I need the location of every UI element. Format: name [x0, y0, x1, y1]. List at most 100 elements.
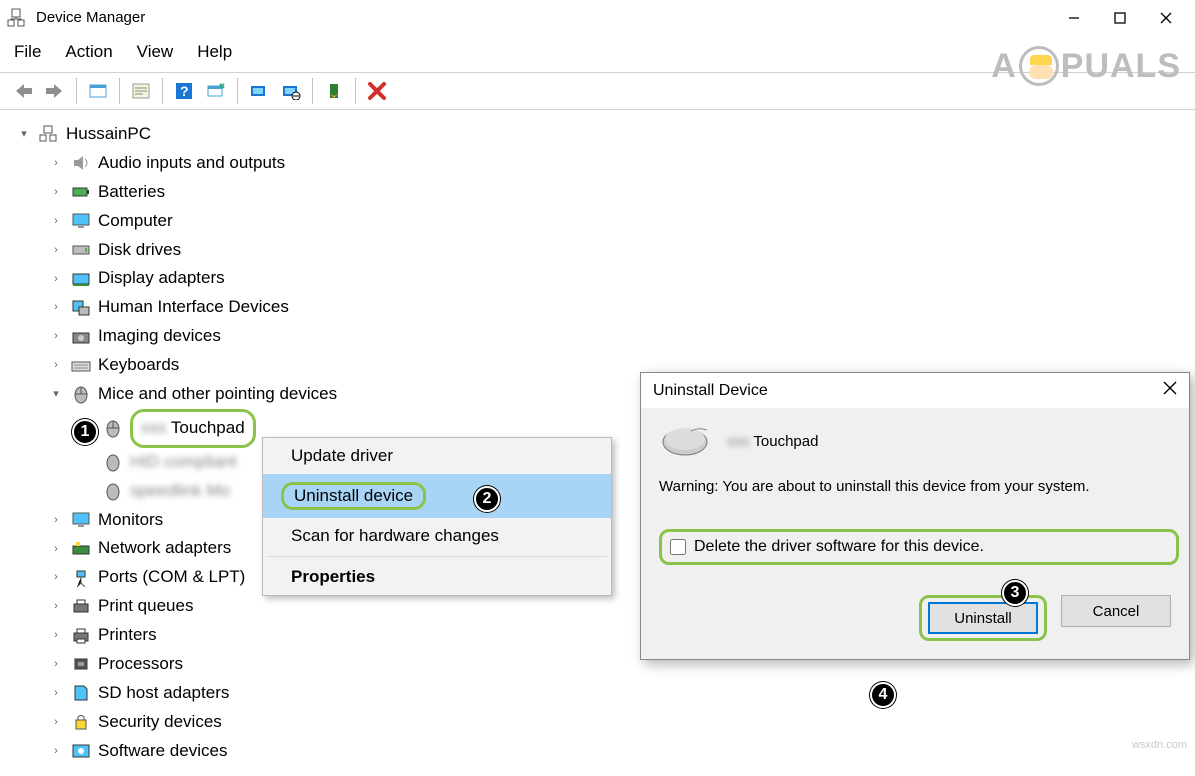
blurred-label: speedlink Mo — [130, 477, 230, 506]
tree-item-disk[interactable]: › Disk drives — [6, 236, 1189, 265]
toolbar-divider — [355, 78, 356, 104]
tree-item-hid[interactable]: › Human Interface Devices — [6, 293, 1189, 322]
expand-icon[interactable]: › — [48, 599, 64, 615]
item-label: Imaging devices — [98, 322, 221, 351]
update-driver-icon[interactable] — [244, 77, 274, 105]
collapse-icon[interactable]: ▾ — [48, 386, 64, 402]
disable-device-icon[interactable] — [276, 77, 306, 105]
help-icon[interactable]: ? — [169, 77, 199, 105]
security-icon — [70, 713, 92, 731]
dialog-titlebar: Uninstall Device — [641, 373, 1189, 408]
cancel-button[interactable]: Cancel — [1061, 595, 1171, 627]
collapse-icon[interactable]: ▾ — [16, 126, 32, 142]
mouse-large-icon — [659, 424, 711, 458]
printer-icon — [70, 598, 92, 616]
expand-icon[interactable]: › — [48, 714, 64, 730]
monitor-icon — [70, 212, 92, 230]
watermark-face-icon — [1019, 46, 1059, 86]
item-label: Ports (COM & LPT) — [98, 563, 245, 592]
properties-icon[interactable] — [126, 77, 156, 105]
back-button[interactable] — [8, 77, 38, 105]
tree-item-security[interactable]: › Security devices — [6, 708, 1189, 737]
tree-root[interactable]: ▾ HussainPC — [6, 120, 1189, 149]
tree-item-imaging[interactable]: › Imaging devices — [6, 322, 1189, 351]
dialog-close-icon[interactable] — [1163, 381, 1177, 400]
window-controls — [1051, 3, 1189, 33]
display-adapter-icon — [70, 270, 92, 288]
item-label: Software devices — [98, 737, 227, 766]
ctx-properties[interactable]: Properties — [263, 559, 611, 595]
app-icon — [6, 8, 26, 28]
expand-icon[interactable]: › — [48, 570, 64, 586]
dialog-buttons: Uninstall Cancel — [659, 595, 1171, 641]
scan-hardware-icon[interactable] — [201, 77, 231, 105]
callout-1: 1 — [72, 419, 98, 445]
mouse-icon — [102, 453, 124, 471]
uninstall-device-icon[interactable] — [362, 77, 392, 105]
item-label: Mice and other pointing devices — [98, 380, 337, 409]
delete-driver-checkbox-row[interactable]: Delete the driver software for this devi… — [659, 529, 1179, 565]
network-icon — [70, 540, 92, 558]
cpu-icon — [70, 655, 92, 673]
tree-item-batteries[interactable]: › Batteries — [6, 178, 1189, 207]
menu-help[interactable]: Help — [197, 42, 232, 62]
expand-icon[interactable]: › — [48, 628, 64, 644]
ctx-uninstall-device[interactable]: Uninstall device — [263, 474, 611, 518]
tree-item-software[interactable]: › Software devices — [6, 737, 1189, 766]
expand-icon[interactable]: › — [48, 656, 64, 672]
expand-icon[interactable]: › — [48, 358, 64, 374]
item-label: Processors — [98, 650, 183, 679]
expand-icon[interactable]: › — [48, 512, 64, 528]
checkbox-label: Delete the driver software for this devi… — [694, 538, 984, 556]
dialog-title: Uninstall Device — [653, 382, 768, 400]
expand-icon[interactable]: › — [48, 271, 64, 287]
context-menu: Update driver Uninstall device Scan for … — [262, 437, 612, 596]
enable-device-icon[interactable] — [319, 77, 349, 105]
callout-2: 2 — [474, 486, 500, 512]
uninstall-button[interactable]: Uninstall — [928, 602, 1038, 634]
expand-icon[interactable]: › — [48, 213, 64, 229]
printer-icon — [70, 627, 92, 645]
touchpad-label: Touchpad — [171, 418, 245, 437]
delete-driver-checkbox[interactable] — [670, 539, 686, 555]
minimize-button[interactable] — [1051, 3, 1097, 33]
close-button[interactable] — [1143, 3, 1189, 33]
menu-file[interactable]: File — [14, 42, 41, 62]
menu-action[interactable]: Action — [65, 42, 112, 62]
tree-item-audio[interactable]: › Audio inputs and outputs — [6, 149, 1189, 178]
expand-icon[interactable]: › — [48, 242, 64, 258]
expand-icon[interactable]: › — [48, 541, 64, 557]
expand-icon[interactable]: › — [48, 155, 64, 171]
menu-view[interactable]: View — [137, 42, 174, 62]
watermark-post: PUALS — [1061, 47, 1181, 86]
hid-icon — [70, 299, 92, 317]
expand-icon[interactable]: › — [48, 329, 64, 345]
expand-icon[interactable]: › — [48, 685, 64, 701]
toolbar-divider — [312, 78, 313, 104]
ctx-scan-hardware[interactable]: Scan for hardware changes — [263, 518, 611, 554]
battery-icon — [70, 183, 92, 201]
expand-icon[interactable]: › — [48, 300, 64, 316]
item-label: SD host adapters — [98, 679, 229, 708]
item-label: Printers — [98, 621, 157, 650]
maximize-button[interactable] — [1097, 3, 1143, 33]
mouse-icon — [102, 482, 124, 500]
window-title: Device Manager — [36, 9, 1051, 26]
toolbar-divider — [76, 78, 77, 104]
item-label: Keyboards — [98, 351, 179, 380]
toolbar-divider — [162, 78, 163, 104]
ctx-update-driver[interactable]: Update driver — [263, 438, 611, 474]
show-hide-console-icon[interactable] — [83, 77, 113, 105]
forward-button[interactable] — [40, 77, 70, 105]
expand-icon[interactable]: › — [48, 743, 64, 759]
ports-icon — [70, 569, 92, 587]
tree-item-display[interactable]: › Display adapters — [6, 264, 1189, 293]
toolbar-divider — [119, 78, 120, 104]
expand-icon[interactable]: › — [48, 184, 64, 200]
svg-text:?: ? — [180, 83, 189, 99]
dialog-device-row: xxx Touchpad — [659, 424, 1171, 458]
source-url: wsxdn.com — [1132, 739, 1187, 751]
callout-4: 4 — [870, 682, 896, 708]
tree-item-sd[interactable]: › SD host adapters — [6, 679, 1189, 708]
tree-item-computer[interactable]: › Computer — [6, 207, 1189, 236]
